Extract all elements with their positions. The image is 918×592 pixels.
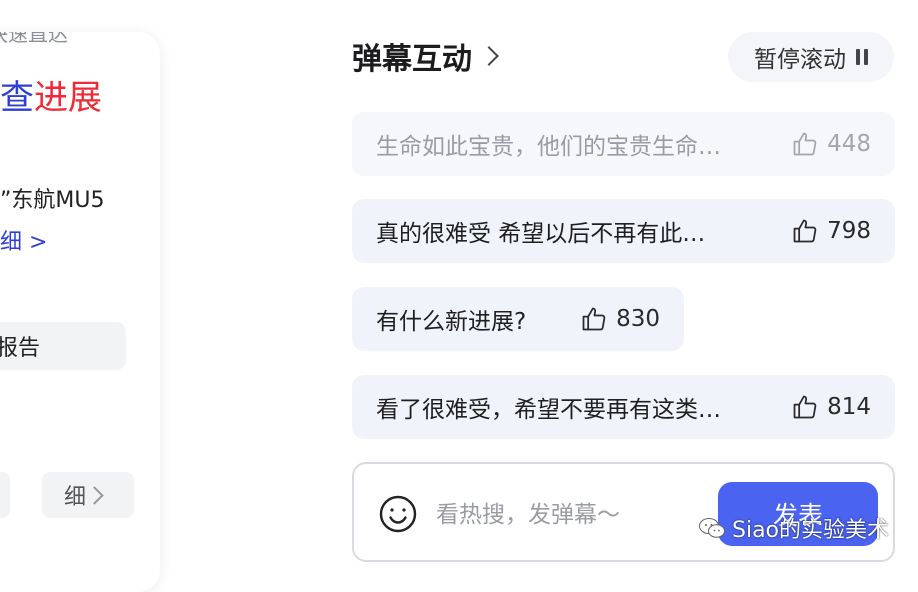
chevron-right-icon xyxy=(479,46,499,66)
watermark: Siao的实验美术 xyxy=(698,512,889,544)
danmu-item: 有什么新进展? 830 xyxy=(352,287,684,351)
thumbs-up-icon xyxy=(793,132,817,156)
danmu-text: 看了很难受，希望不要再有这类… xyxy=(376,397,721,423)
news-progress-card: 快速直达 查进展 ”东航MU5 细 > 报告 细 xyxy=(0,32,160,592)
thumbs-up-icon xyxy=(582,307,606,331)
progress-title-part1: 查 xyxy=(0,78,34,118)
detail-label: 细 xyxy=(64,485,87,510)
danmu-text: 有什么新进展? xyxy=(376,309,527,335)
detail-button[interactable]: 细 xyxy=(42,472,134,518)
pause-scroll-button[interactable]: 暂停滚动 xyxy=(728,32,894,82)
report-label: 报告 xyxy=(0,336,41,361)
news-headline: ”东航MU5 xyxy=(0,188,105,213)
quick-access-label: 快速直达 xyxy=(0,32,68,46)
like-count: 798 xyxy=(827,218,871,244)
left-pill-button[interactable] xyxy=(0,472,10,518)
pause-icon xyxy=(856,49,868,65)
thumbs-up-icon xyxy=(793,219,817,243)
like-button[interactable]: 448 xyxy=(773,130,871,158)
like-count: 830 xyxy=(616,306,660,332)
pause-scroll-label: 暂停滚动 xyxy=(754,47,846,73)
danmu-input[interactable] xyxy=(434,492,708,538)
like-button[interactable]: 830 xyxy=(562,305,660,333)
like-count: 814 xyxy=(827,394,871,420)
danmu-item: 生命如此宝贵，他们的宝贵生命… 448 xyxy=(352,112,895,176)
chevron-right-icon xyxy=(85,485,104,505)
like-count: 448 xyxy=(827,131,871,157)
danmu-title-text: 弹幕互动 xyxy=(352,42,472,77)
like-button[interactable]: 814 xyxy=(773,393,871,421)
thumbs-up-icon xyxy=(793,395,817,419)
danmu-text: 真的很难受 希望以后不再有此… xyxy=(376,221,706,247)
report-button[interactable]: 报告 xyxy=(0,322,126,370)
danmu-text: 生命如此宝贵，他们的宝贵生命… xyxy=(376,134,721,160)
danmu-item: 真的很难受 希望以后不再有此… 798 xyxy=(352,199,895,263)
progress-title-part2: 进展 xyxy=(34,78,102,118)
progress-title: 查进展 xyxy=(0,70,102,119)
emoji-icon[interactable] xyxy=(378,494,418,534)
like-button[interactable]: 798 xyxy=(773,217,871,245)
news-detail-link[interactable]: 细 > xyxy=(0,224,47,256)
danmu-item: 看了很难受，希望不要再有这类… 814 xyxy=(352,375,895,439)
danmu-section-title[interactable]: 弹幕互动 xyxy=(352,34,499,78)
wechat-icon xyxy=(699,518,725,538)
watermark-text: Siao的实验美术 xyxy=(732,518,890,543)
